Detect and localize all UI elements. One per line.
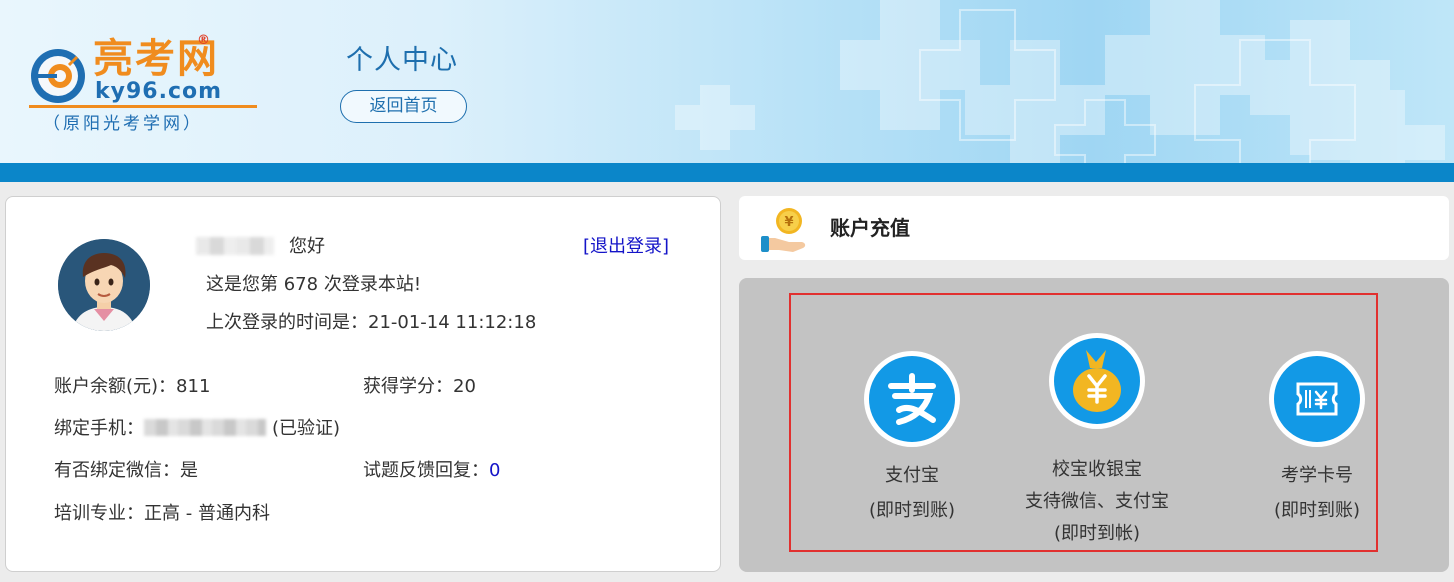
last-login-text: 上次登录的时间是：21-01-14 11:12:18	[206, 312, 536, 334]
major-label: 培训专业：	[54, 503, 144, 524]
card-badge[interactable]	[1269, 351, 1365, 447]
site-logo[interactable]: 亮考网 ® ky96.com （原阳光考学网）	[25, 33, 265, 133]
last-login-time: 21-01-14 11:12:18	[368, 312, 537, 333]
wechat-value: 是	[180, 460, 198, 481]
logo-divider	[29, 105, 257, 108]
phone-row: 绑定手机： (已验证)	[54, 418, 340, 440]
balance-row: 账户余额(元)：811	[54, 376, 210, 398]
phone-status: (已验证)	[272, 418, 341, 439]
feedback-count-link[interactable]: 0	[489, 460, 500, 481]
page-title: 个人中心	[346, 45, 458, 75]
alipay-note: (即时到账)	[868, 500, 956, 521]
major-value: 正高 - 普通内科	[144, 503, 270, 524]
site-header: 亮考网 ® ky96.com （原阳光考学网） 个人中心 返回首页	[0, 0, 1454, 163]
xiaobao-support-note: 支待微信、支付宝	[1025, 491, 1169, 512]
login-count-text: 这是您第 678 次登录本站!	[206, 274, 421, 296]
xiaobao-note: (即时到帐)	[1053, 523, 1141, 544]
back-home-button[interactable]: 返回首页	[340, 90, 467, 123]
card-ticket-icon	[1274, 356, 1360, 442]
logo-subtitle: （原阳光考学网）	[43, 114, 203, 133]
payment-panel: 支付宝 (即时到账) 校宝收银宝 支待微信、支付宝 (即时到帐) 考学卡号 (即…	[739, 278, 1449, 572]
payment-option-card[interactable]: 考学卡号 (即时到账)	[1241, 351, 1393, 524]
balance-value: 811	[176, 376, 211, 397]
money-bag-icon	[1054, 338, 1140, 424]
major-row: 培训专业：正高 - 普通内科	[54, 503, 270, 525]
xiaobao-badge[interactable]	[1049, 333, 1145, 429]
user-info-card: 您好 [退出登录] 这是您第 678 次登录本站! 上次登录的时间是：21-01…	[5, 196, 721, 572]
payment-option-alipay[interactable]: 支付宝 (即时到账)	[836, 351, 988, 524]
svg-text:¥: ¥	[784, 215, 793, 230]
alipay-icon	[869, 356, 955, 442]
user-avatar-icon	[58, 239, 150, 331]
phone-number-masked	[144, 419, 266, 436]
payment-options-highlight: 支付宝 (即时到账) 校宝收银宝 支待微信、支付宝 (即时到帐) 考学卡号 (即…	[789, 293, 1378, 552]
avatar	[58, 239, 150, 331]
login-count-value: 678	[283, 274, 319, 295]
recharge-title: 账户充值	[830, 218, 910, 240]
credits-value: 20	[453, 376, 476, 397]
phone-label: 绑定手机：	[54, 418, 144, 439]
coin-hand-icon: ¥	[761, 208, 806, 252]
recharge-header: ¥ 账户充值	[739, 196, 1449, 260]
credits-row: 获得学分：20	[363, 376, 476, 398]
username-masked	[196, 237, 274, 255]
login-count-prefix: 这是您第	[206, 274, 284, 295]
logo-url: ky96.com	[95, 79, 223, 104]
feedback-row: 试题反馈回复：0	[363, 460, 500, 482]
credits-label: 获得学分：	[363, 376, 453, 397]
card-label: 考学卡号	[1281, 465, 1353, 486]
logo-target-icon	[31, 49, 85, 103]
greeting-text: 您好	[289, 236, 325, 257]
header-band	[0, 163, 1454, 182]
xiaobao-label: 校宝收银宝	[1052, 459, 1142, 480]
balance-label: 账户余额(元)：	[54, 376, 177, 397]
logo-registered-mark: ®	[197, 33, 210, 48]
login-count-suffix: 次登录本站!	[318, 274, 422, 295]
alipay-badge[interactable]	[864, 351, 960, 447]
payment-option-xiaobao[interactable]: 校宝收银宝 支待微信、支付宝 (即时到帐)	[1017, 333, 1177, 547]
last-login-label: 上次登录的时间是：	[206, 312, 368, 333]
alipay-label: 支付宝	[885, 465, 939, 486]
wechat-row: 有否绑定微信：是	[54, 460, 198, 482]
feedback-label: 试题反馈回复：	[363, 460, 489, 481]
wechat-label: 有否绑定微信：	[54, 460, 180, 481]
card-note: (即时到账)	[1273, 500, 1361, 521]
logout-link[interactable]: [退出登录]	[583, 236, 669, 258]
